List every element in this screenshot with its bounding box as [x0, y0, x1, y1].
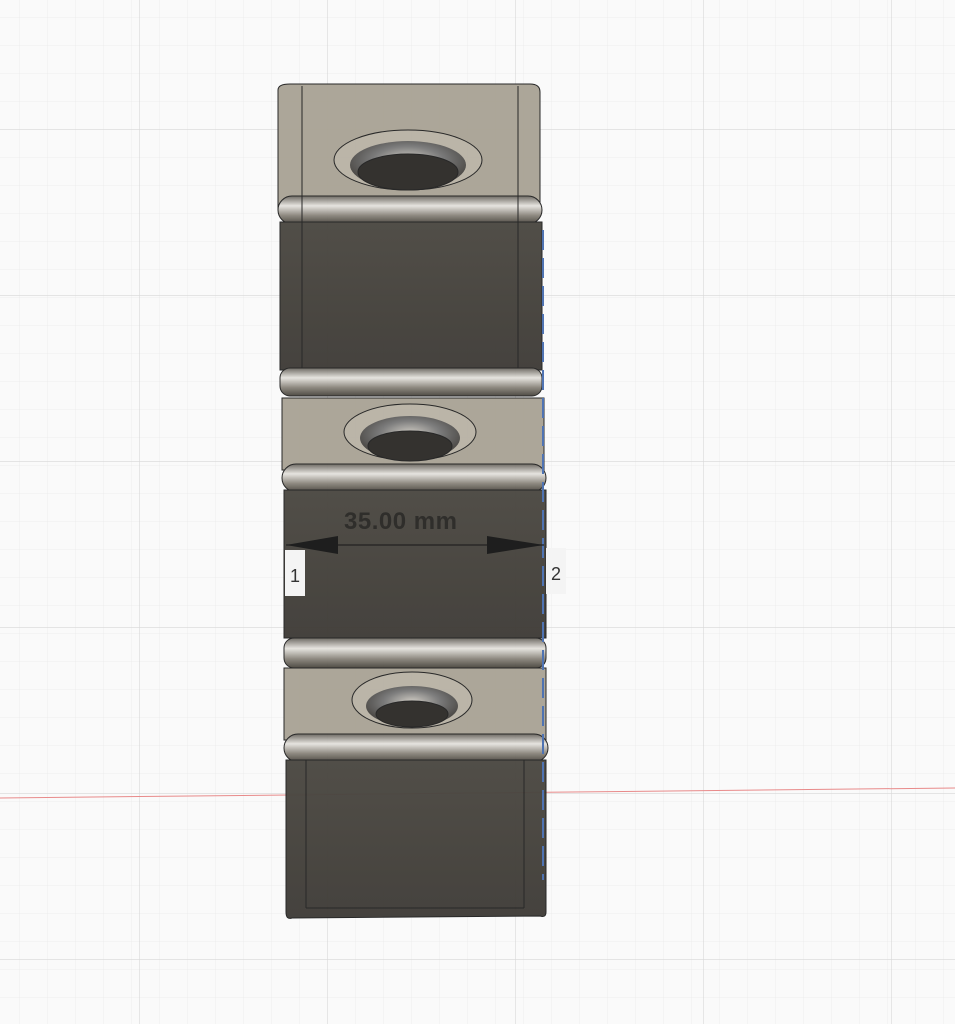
part-body[interactable] [277, 83, 549, 919]
canvas [0, 0, 955, 1024]
cad-viewport[interactable]: 35.00 mm 1 2 [0, 0, 955, 1024]
dimension-label[interactable]: 35.00 mm [344, 508, 457, 536]
point-2-label: 2 [546, 548, 566, 594]
point-1-label: 1 [285, 550, 305, 596]
